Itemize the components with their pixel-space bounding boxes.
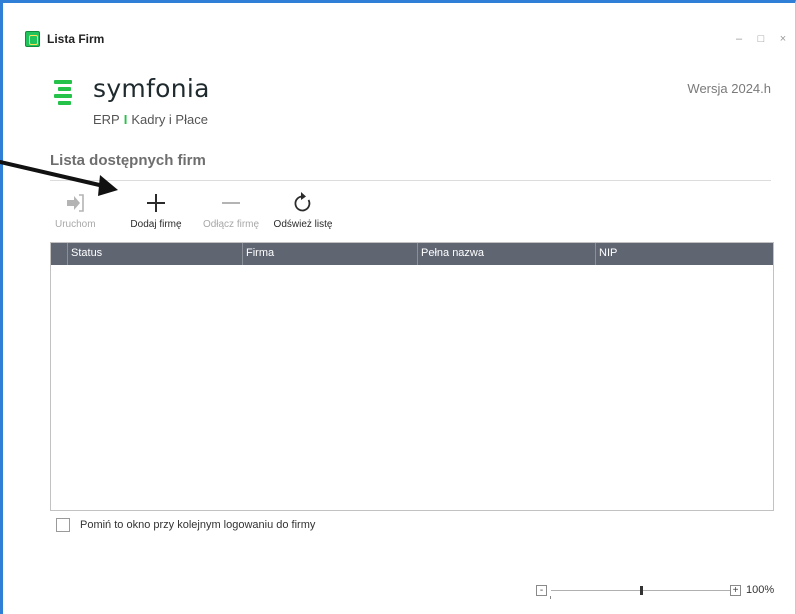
detach-company-button[interactable]: Odłącz firmę bbox=[198, 189, 264, 230]
row-header-cell bbox=[51, 243, 68, 265]
zoom-out-button[interactable]: - bbox=[536, 585, 547, 596]
brand-sub-right: Kadry i Płace bbox=[131, 112, 208, 127]
refresh-list-label: Odśwież listę bbox=[273, 219, 333, 230]
refresh-list-button[interactable]: Odśwież listę bbox=[270, 189, 336, 230]
maximize-button[interactable]: □ bbox=[755, 33, 767, 45]
plus-icon bbox=[147, 194, 165, 212]
table-header: Status Firma Pełna nazwa NIP bbox=[51, 243, 773, 265]
add-company-label: Dodaj firmę bbox=[130, 219, 182, 230]
zoom-slider-thumb[interactable] bbox=[639, 586, 643, 595]
close-button[interactable]: × bbox=[777, 33, 789, 45]
column-firma[interactable]: Firma bbox=[243, 243, 418, 265]
brand-subtitle: ERP I Kadry i Płace bbox=[93, 112, 208, 127]
version-label: Wersja 2024.h bbox=[687, 81, 771, 96]
window-title: Lista Firm bbox=[47, 32, 105, 46]
title-bar: Lista Firm – □ × bbox=[3, 3, 795, 47]
divider bbox=[50, 180, 771, 181]
add-company-button[interactable]: Dodaj firmę bbox=[123, 189, 189, 230]
zoom-level-label: 100% bbox=[746, 584, 775, 596]
skip-window-checkbox[interactable] bbox=[56, 518, 70, 532]
minus-icon bbox=[222, 202, 240, 204]
symfonia-logo-icon bbox=[54, 80, 76, 105]
column-nip[interactable]: NIP bbox=[596, 243, 773, 265]
lista-firm-window: Lista Firm – □ × symfonia ERP I Kadry i Pł… bbox=[0, 0, 796, 614]
zoom-control: - + 100% bbox=[536, 584, 786, 601]
brand-separator: I bbox=[123, 112, 128, 127]
annotation-arrow bbox=[0, 160, 118, 196]
brand-sub-left: ERP bbox=[93, 112, 120, 127]
refresh-icon bbox=[294, 192, 311, 212]
column-pelna-nazwa[interactable]: Pełna nazwa bbox=[418, 243, 596, 265]
app-icon bbox=[25, 31, 40, 47]
window-controls: – □ × bbox=[733, 33, 789, 45]
run-label: Uruchom bbox=[55, 219, 96, 230]
brand-name: symfonia bbox=[93, 74, 210, 103]
skip-window-label[interactable]: Pomiń to okno przy kolejnym logowaniu do… bbox=[80, 519, 315, 531]
skip-window-option: Pomiń to okno przy kolejnym logowaniu do… bbox=[56, 518, 315, 532]
zoom-in-button[interactable]: + bbox=[730, 585, 741, 596]
zoom-tick bbox=[550, 596, 551, 599]
companies-table[interactable]: Status Firma Pełna nazwa NIP bbox=[50, 242, 774, 511]
minimize-button[interactable]: – bbox=[733, 33, 745, 45]
column-status[interactable]: Status bbox=[68, 243, 243, 265]
detach-company-label: Odłącz firmę bbox=[202, 219, 260, 230]
